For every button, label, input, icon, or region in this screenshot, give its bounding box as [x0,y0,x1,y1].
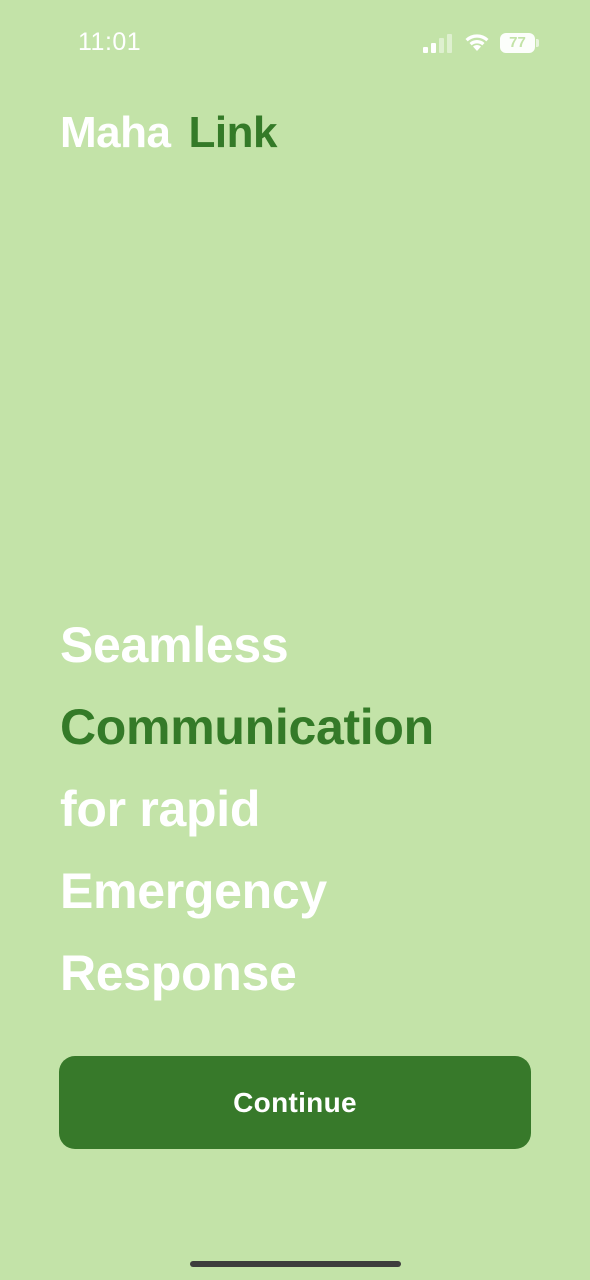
home-indicator[interactable] [190,1261,401,1267]
welcome-screen: 11:01 77 Maha Link Seamless Communicatio… [0,0,590,1280]
wifi-icon [463,31,491,53]
headline-line: Emergency [60,863,327,919]
app-logo: Maha Link [60,108,277,158]
status-bar: 11:01 77 [0,0,590,88]
status-time: 11:01 [78,28,142,56]
headline-line: for rapid [60,781,261,837]
headline-line: Response [60,945,297,1001]
battery-level: 77 [509,34,526,51]
continue-button[interactable]: Continue [59,1056,531,1149]
brand-name-second: Link [188,108,277,157]
headline-line: Seamless [60,617,289,673]
cellular-signal-icon [422,33,454,55]
headline-line-accent: Communication [60,699,434,755]
welcome-headline: Seamless Communication for rapid Emergen… [60,604,560,1014]
battery-icon: 77 [500,33,540,53]
brand-name-first: Maha [60,108,171,157]
